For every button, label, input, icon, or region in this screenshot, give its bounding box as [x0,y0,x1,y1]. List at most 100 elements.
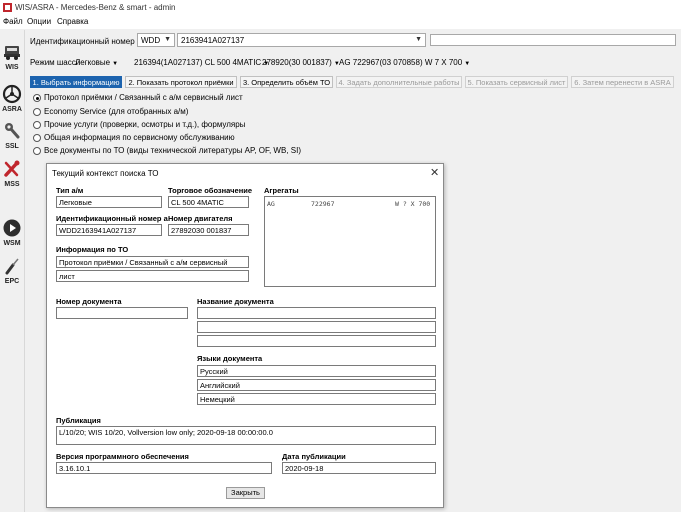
chassis-engine-select[interactable]: 278920(30 001837) ▼ [262,58,340,67]
window-title: WIS/ASRA - Mercedes-Benz & smart - admin [15,3,176,12]
vin-label: Идентификационный номер а/м [30,37,150,46]
option-label: Прочие услуги (проверки, осмотры и т.д.)… [44,120,246,129]
screwdriver-icon [5,258,19,275]
chevron-down-icon: ▼ [164,36,171,43]
nav-epc-label: EPC [4,278,20,285]
search-context-dialog: Текущий контекст поиска ТО ✕ Тип а/м Лег… [46,163,444,508]
nav-wis-label: WIS [5,64,19,71]
trade-name-label: Торговое обозначение [168,186,253,195]
publication-field: L/10/20; WIS 10/20, Vollversion low only… [56,426,436,445]
nav-epc[interactable]: EPC [0,256,24,292]
engine-value: 27892030 001837 [171,226,232,235]
radio-button[interactable] [33,121,41,129]
engine-label: Номер двигателя [168,214,233,223]
unit-code: 722967 [311,200,335,208]
nav-ssl-label: SSL [5,143,19,150]
step-3-define-scope[interactable]: 3. Определить объём ТО [240,76,333,88]
chassis-model-value: 216394(1A027137) CL 500 4MATIC [134,58,262,67]
menu-options[interactable]: Опции [27,17,51,26]
doc-number-field [56,307,188,319]
language-field-1: Русский [197,365,436,377]
unit-desc: W ? X 700 [395,200,431,208]
vehicle-type-label: Тип а/м [56,186,84,195]
pub-date-value: 2020-09-18 [285,464,324,473]
option-label: Economy Service (для отобранных а/м) [44,107,189,116]
steering-wheel-icon [2,84,22,104]
play-icon [3,219,21,237]
nav-mss[interactable]: MSS [0,159,24,195]
menu-file[interactable]: Файл [3,17,23,26]
nav-wsm-label: WSM [3,240,21,247]
radio-button[interactable] [33,134,41,142]
wrench-icon [5,123,20,139]
languages-label: Языки документа [197,354,263,363]
option-label: Все документы по ТО (виды технической ли… [44,146,301,155]
chassis-type-select[interactable]: Легковые ▼ [75,58,118,67]
chassis-engine-value: 278920(30 001837) [262,58,332,67]
to-info-field-2: лист [56,270,249,282]
radio-button[interactable] [33,108,41,116]
doc-name-field-1 [197,307,436,319]
to-info-value-2: лист [59,272,75,281]
to-info-label: Информация по ТО [56,245,129,254]
nav-asra-label: ASRA [2,106,22,113]
language-field-2: Английский [197,379,436,391]
publication-label: Публикация [56,416,101,425]
language-value-3: Немецкий [200,395,235,404]
progress-bar [430,34,676,46]
doc-name-label: Название документа [197,297,274,306]
vehicle-type-value: Легковые [59,198,92,207]
chevron-down-icon: ▼ [415,36,422,43]
step-1-select-info[interactable]: 1. Выбрать информацию [30,76,122,88]
chassis-type-value: Легковые [75,58,111,67]
nav-mss-label: MSS [4,181,20,188]
title-bar: WIS/ASRA - Mercedes-Benz & smart - admin [0,0,681,16]
trade-name-field: CL 500 4MATIC [168,196,249,208]
step-2-show-protocol[interactable]: 2. Показать протокол приёмки [125,76,237,88]
step-6-transfer-asra: 6. Затем перенести в ASRA [571,76,674,88]
nav-asra[interactable]: ASRA [0,84,24,120]
nav-ssl[interactable]: SSL [0,121,24,157]
vin-input[interactable]: 2163941A027137 ▼ [177,33,426,47]
vin-prefix-value: WDD [141,36,161,45]
sw-version-value: 3.16.10.1 [59,464,91,473]
units-list[interactable]: AG 722967 W ? X 700 [264,196,436,287]
close-icon[interactable]: ✕ [430,166,439,179]
radio-button[interactable] [33,147,41,155]
language-value-2: Английский [200,381,240,390]
to-info-value-1: Протокол приёмки / Связанный с а/м серви… [59,258,228,267]
language-field-3: Немецкий [197,393,436,405]
vin-prefix-select[interactable]: WDD ▼ [137,33,175,47]
unit-type: AG [267,200,275,208]
language-value-1: Русский [200,367,228,376]
sw-version-label: Версия программного обеспечения [56,452,189,461]
units-label: Агрегаты [264,186,299,195]
step-4-additional-work: 4. Задать дополнительные работы [336,76,462,88]
doc-name-field-2 [197,321,436,333]
chassis-gearbox-value: AG 722967(03 070858) W 7 X 700 [339,58,463,67]
nav-wis[interactable]: WIS [0,42,24,78]
doc-name-field-3 [197,335,436,347]
close-button[interactable]: Закрыть [226,487,265,499]
radio-button[interactable] [33,94,41,102]
menu-help[interactable]: Справка [57,17,88,26]
menu-bar: Файл Опции Справка [0,16,681,29]
pub-date-label: Дата публикации [282,452,346,461]
dropdown-arrow-icon: ▼ [464,61,471,67]
option-label: Протокол приёмки / Связанный с а/м серви… [44,93,243,102]
vehicle-type-field: Легковые [56,196,162,208]
step-5-service-sheet: 5. Показать сервисный лист [465,76,568,88]
doc-number-label: Номер документа [56,297,122,306]
chassis-model-select[interactable]: 216394(1A027137) CL 500 4MATIC ▼ [134,58,269,67]
dialog-title: Текущий контекст поиска ТО [52,169,159,178]
pub-date-field: 2020-09-18 [282,462,436,474]
car-icon [4,46,20,60]
option-label: Общая информация по сервисному обслужива… [44,133,235,142]
nav-wsm[interactable]: WSM [0,218,24,254]
chassis-gearbox-select[interactable]: AG 722967(03 070858) W 7 X 700 ▼ [339,58,470,67]
publication-value: L/10/20; WIS 10/20, Vollversion low only… [59,428,273,437]
vin-field-label: Идентификационный номер а/м [56,214,176,223]
app-icon [3,3,12,12]
vin-display-field: WDD2163941A027137 [56,224,162,236]
vin-value: 2163941A027137 [181,36,245,45]
